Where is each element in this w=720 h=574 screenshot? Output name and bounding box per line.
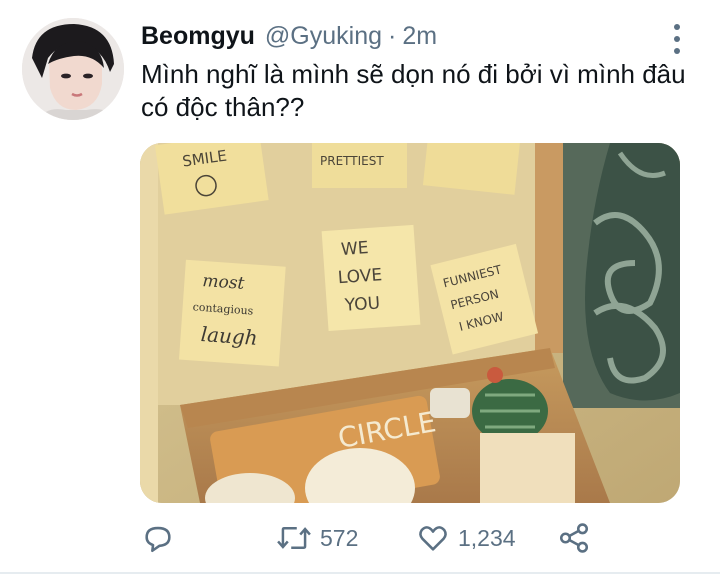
note-prettiest-text: PRETTIEST — [320, 154, 384, 168]
tweet-header: Beomgyu @Gyuking · 2m — [141, 22, 437, 54]
share-button[interactable] — [557, 516, 591, 560]
more-vertical-icon[interactable] — [667, 24, 687, 54]
share-icon — [559, 523, 589, 553]
heart-icon — [419, 526, 447, 551]
note-love-text: LOVE — [337, 265, 383, 288]
author-name[interactable]: Beomgyu — [141, 22, 255, 51]
author-handle[interactable]: @Gyuking — [265, 22, 382, 51]
retweet-button[interactable]: 572 — [276, 516, 358, 560]
like-button[interactable]: 1,234 — [416, 516, 516, 560]
note-we-text: WE — [340, 238, 369, 260]
tweet-photo[interactable]: SMILE PRETTIEST most contagious laugh WE… — [140, 143, 680, 503]
tweet: Beomgyu @Gyuking · 2m Mình nghĩ là mình … — [0, 0, 720, 574]
reply-button[interactable] — [141, 516, 175, 560]
retweet-count: 572 — [320, 524, 359, 551]
avatar[interactable] — [22, 18, 124, 120]
note-you-text: YOU — [343, 293, 381, 315]
tweet-actions: 572 1,234 — [0, 516, 720, 560]
avatar-image — [22, 18, 124, 120]
retweet-icon — [277, 527, 311, 549]
like-count: 1,234 — [458, 524, 516, 551]
tweet-time[interactable]: 2m — [402, 22, 437, 51]
note-laugh-text: laugh — [200, 322, 258, 350]
tweet-text: Mình nghĩ là mình sẽ dọn nó đi bởi vì mì… — [141, 59, 686, 122]
note-most-text: most — [202, 271, 245, 294]
reply-icon — [145, 526, 171, 553]
separator-dot: · — [388, 22, 397, 50]
photo-illustration: SMILE PRETTIEST most contagious laugh WE… — [140, 143, 680, 503]
